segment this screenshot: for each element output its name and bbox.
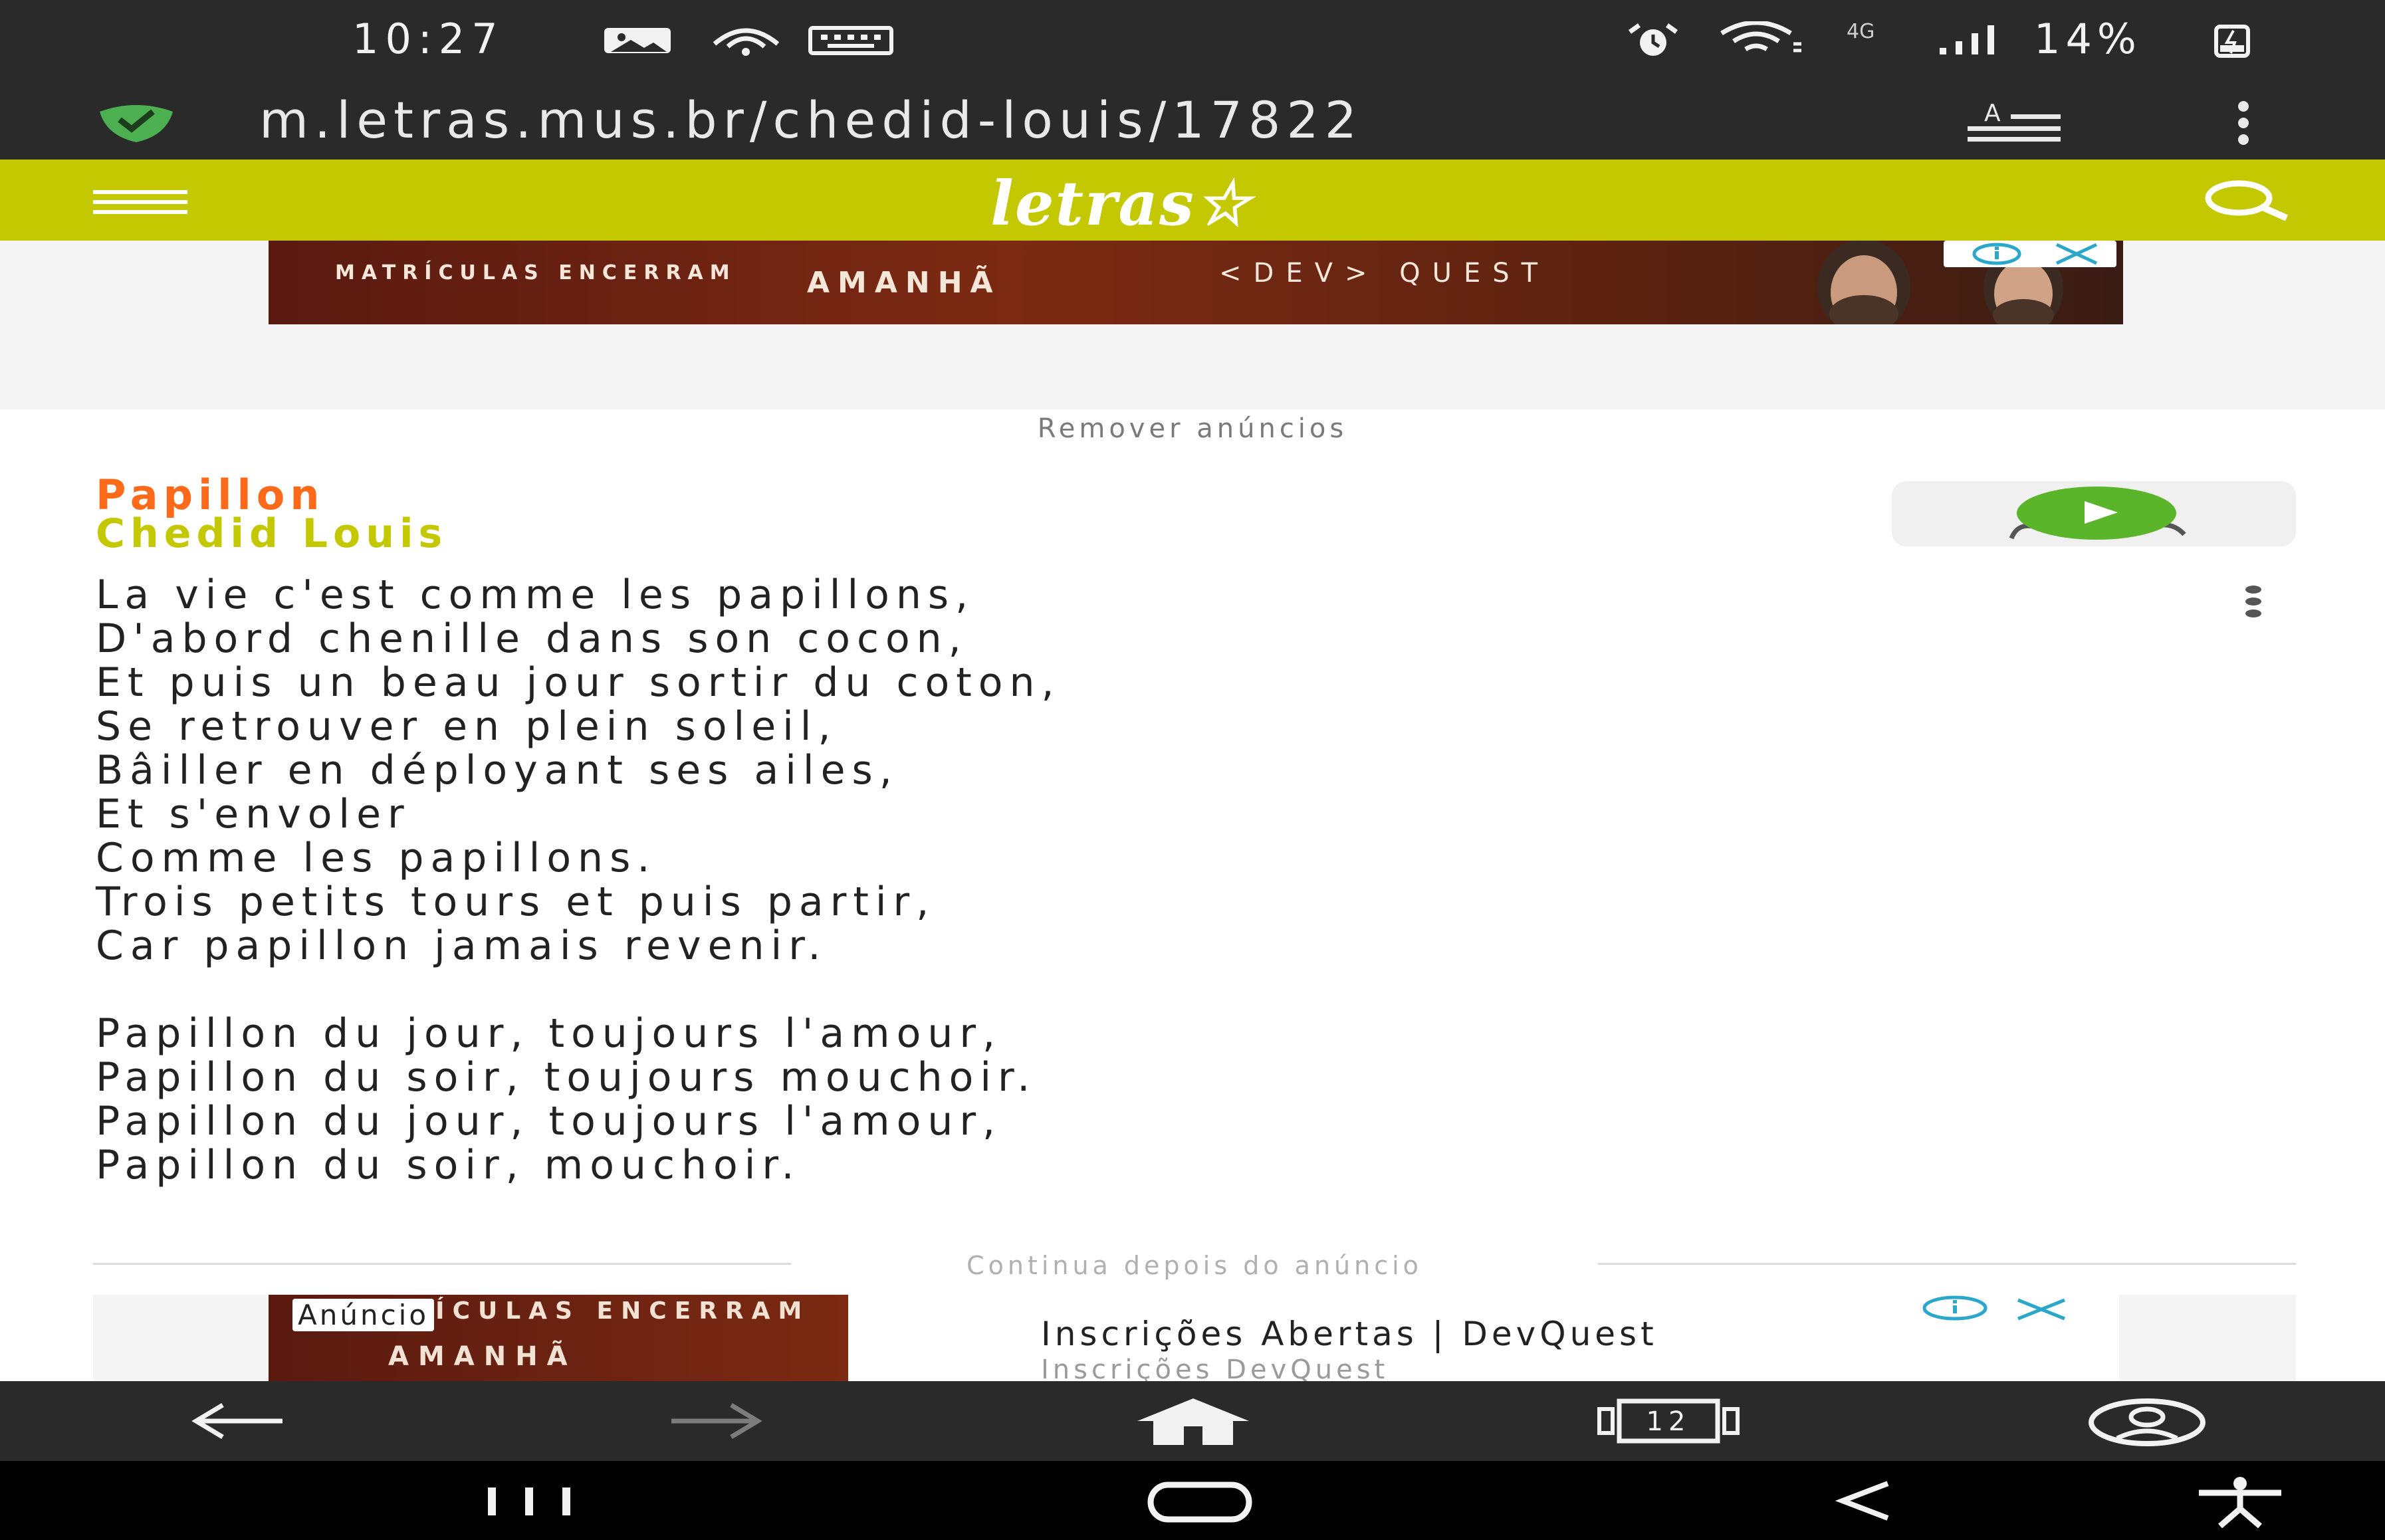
bottom-ad[interactable]: MATRÍCULAS ENCERRAM AMANHÃ Anúncio Inscr… xyxy=(93,1295,2296,1381)
lyrics-options-icon[interactable] xyxy=(2240,585,2267,618)
bottom-ad-image-line2: AMANHÃ xyxy=(388,1341,577,1372)
divider-label: Continua depois do anúncio xyxy=(966,1251,1422,1280)
ad-controls xyxy=(1944,241,2116,267)
system-back-icon[interactable] xyxy=(1835,1480,1894,1522)
play-icon xyxy=(2009,487,2186,540)
reader-mode-icon[interactable]: A xyxy=(1964,98,2064,145)
ad-info-icon[interactable] xyxy=(1970,242,2023,266)
top-ad-banner[interactable]: MATRÍCULAS ENCERRAM AMANHÃ <DEV> QUEST xyxy=(269,241,2123,324)
site-logo[interactable]: letras☆ xyxy=(990,167,1251,239)
home-icon[interactable] xyxy=(1133,1394,1253,1448)
artist-name[interactable]: Chedid Louis xyxy=(96,510,447,557)
ad-line-2: AMANHÃ xyxy=(807,266,1001,300)
url-field[interactable]: m.letras.mus.br/chedid-louis/17822 xyxy=(259,90,1914,150)
forward-arrow-icon[interactable] xyxy=(665,1401,764,1441)
alarm-icon xyxy=(1628,23,1678,56)
ad-line-1: MATRÍCULAS ENCERRAM xyxy=(335,261,737,284)
browser-url-bar: m.letras.mus.br/chedid-louis/17822 A xyxy=(0,81,2385,160)
tabs-count: 12 xyxy=(1647,1406,1691,1437)
hamburger-menu-icon[interactable] xyxy=(93,189,187,215)
remove-ads-link[interactable]: Remover anúncios xyxy=(0,413,2385,444)
network-type: 4G xyxy=(1847,20,1875,43)
battery-percent: 14% xyxy=(2034,15,2142,63)
ad-close-icon[interactable] xyxy=(2050,242,2103,266)
ad-line-3: <DEV> QUEST xyxy=(1219,258,1550,288)
cast-icon xyxy=(713,28,780,56)
wifi-icon xyxy=(1720,21,1801,53)
bottom-ad-subline: Inscrições DevQuest xyxy=(1041,1355,1389,1381)
keyboard-icon xyxy=(808,26,893,55)
tabs-icon[interactable]: 12 xyxy=(1595,1394,1742,1448)
ad-divider: Continua depois do anúncio xyxy=(93,1251,2296,1280)
account-icon[interactable] xyxy=(2084,1396,2210,1449)
bottom-ad-info-icon[interactable] xyxy=(1918,1295,1991,1324)
gallery-icon xyxy=(604,28,671,53)
shield-check-icon[interactable] xyxy=(93,96,179,144)
search-icon[interactable] xyxy=(2199,179,2292,221)
ad-badge: Anúncio xyxy=(292,1299,435,1331)
accessibility-icon[interactable] xyxy=(2194,1476,2287,1529)
bottom-ad-card[interactable]: Inscrições Abertas | DevQuest Inscrições… xyxy=(848,1295,2119,1381)
back-arrow-icon[interactable] xyxy=(189,1401,289,1441)
more-vertical-icon[interactable] xyxy=(2233,100,2253,146)
play-song-button[interactable] xyxy=(1892,481,2296,546)
bottom-ad-headline: Inscrições Abertas | DevQuest xyxy=(1041,1315,1658,1353)
bottom-ad-close-icon[interactable] xyxy=(2011,1296,2071,1323)
recent-apps-icon[interactable] xyxy=(485,1485,578,1518)
browser-bottom-toolbar: 12 xyxy=(0,1381,2385,1461)
svg-text:A: A xyxy=(1984,100,2001,127)
logo-text: letras xyxy=(990,167,1195,239)
system-navigation-bar xyxy=(0,1461,2385,1540)
status-time: 10:27 xyxy=(352,15,505,63)
lyrics-text: La vie c'est comme les papillons, D'abor… xyxy=(96,572,1061,1188)
battery-icon xyxy=(2214,25,2250,58)
status-bar: 10:27 4G 14% xyxy=(0,0,2385,81)
home-button-icon[interactable] xyxy=(1147,1481,1253,1523)
star-icon: ☆ xyxy=(1194,167,1252,239)
signal-icon xyxy=(1940,25,1994,55)
site-header: letras☆ xyxy=(0,160,2385,241)
